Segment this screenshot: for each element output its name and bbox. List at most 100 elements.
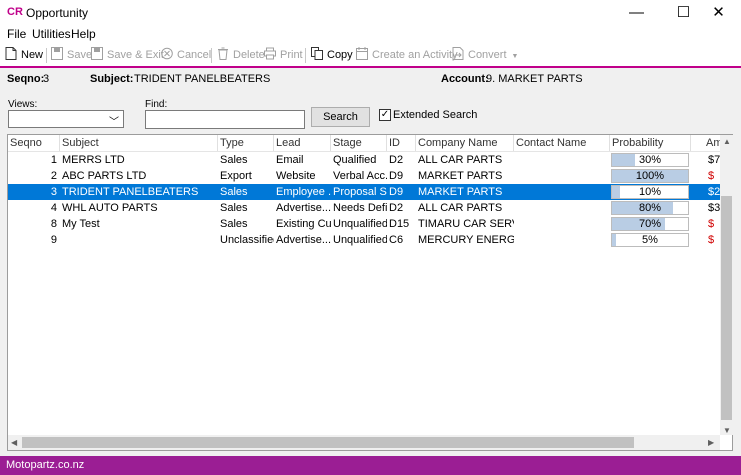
extended-search-checkbox[interactable]: ✓ [379, 109, 391, 121]
record-info-bar: Seqno: 3 Subject: TRIDENT PANELBEATERS A… [0, 66, 741, 89]
cell-type: Sales [220, 218, 248, 230]
cell-stage: Proposal S... [333, 186, 387, 198]
col-header-type[interactable]: Type [218, 135, 274, 151]
probability-text: 80% [638, 202, 662, 214]
col-header-seqno[interactable]: Seqno [8, 135, 60, 151]
print-button[interactable]: Print [264, 47, 303, 63]
probability-text: 5% [642, 234, 658, 246]
cell-subject [60, 232, 218, 248]
cell-id: C6 [389, 234, 404, 246]
opportunity-grid: Seqno Subject Type Lead Stage ID Company… [7, 134, 733, 451]
cell-lead: Advertise... [276, 234, 331, 246]
copy-button[interactable]: Copy [311, 47, 353, 63]
probability-bar: 70% [611, 217, 689, 231]
save-button[interactable]: Save [51, 47, 92, 63]
cancel-button[interactable]: Cancel [161, 47, 211, 63]
menu-file[interactable]: File [7, 27, 26, 41]
cell-contact [514, 184, 610, 200]
cell-type: Unclassified [220, 234, 274, 246]
col-header-probability[interactable]: Probability [610, 135, 691, 151]
cell-stage: Unqualified [333, 218, 387, 230]
seqno-label: Seqno: [7, 73, 45, 85]
probability-text: 100% [635, 170, 665, 182]
col-header-id[interactable]: ID [387, 135, 416, 151]
probability-bar: 30% [611, 153, 689, 167]
views-dropdown[interactable]: ﹀ [8, 110, 124, 128]
probability-text: 10% [638, 186, 662, 198]
create-activity-button[interactable]: Create an Activity [356, 47, 458, 63]
cell-contact [514, 152, 610, 168]
scroll-right-arrow-icon[interactable]: ▶ [708, 438, 714, 447]
cell-seqno: 4 [50, 202, 57, 214]
cell-company: MARKET PARTS [418, 186, 503, 198]
cell-lead: Email [276, 154, 304, 166]
toolbar-separator [46, 48, 47, 63]
table-row[interactable]: 4 WHL AUTO PARTS Sales Advertise... Needs De… [8, 200, 732, 216]
cell-type: Export [220, 170, 252, 182]
scroll-down-arrow-icon[interactable]: ▼ [723, 426, 731, 435]
save-exit-button[interactable]: Save & Exit [91, 47, 164, 63]
cancel-icon [161, 47, 173, 60]
find-input[interactable] [145, 110, 305, 129]
toolbar-separator [211, 48, 212, 63]
table-row[interactable]: 2 ABC PARTS LTD Export Website Verbal Acc...… [8, 168, 732, 184]
table-row[interactable]: 8 My Test Sales Existing Cu...UnqualifiedD1… [8, 216, 732, 232]
cell-amount: $ [708, 218, 715, 230]
cell-id: D2 [389, 202, 404, 214]
col-header-company[interactable]: Company Name [416, 135, 514, 151]
probability-bar: 100% [611, 169, 689, 183]
close-button[interactable]: ✕ [696, 0, 741, 25]
col-header-subject[interactable]: Subject [60, 135, 218, 151]
cell-contact [514, 216, 610, 232]
search-button[interactable]: Search [311, 107, 370, 127]
vertical-scroll-thumb[interactable] [721, 196, 732, 420]
new-document-icon [5, 47, 17, 60]
seqno-value: 3 [43, 73, 50, 85]
cell-lead: Website [276, 170, 316, 182]
delete-button[interactable]: Delete [217, 47, 265, 63]
cell-seqno: 1 [50, 154, 57, 166]
menu-help[interactable]: Help [71, 27, 96, 41]
cell-id: D15 [389, 218, 410, 230]
cell-contact [514, 232, 610, 248]
horizontal-scroll-thumb[interactable] [22, 437, 634, 448]
probability-bar: 5% [611, 233, 689, 247]
probability-text: 70% [638, 218, 662, 230]
col-header-contact[interactable]: Contact Name [514, 135, 610, 151]
subject-label: Subject: [90, 73, 134, 85]
cell-subject: WHL AUTO PARTS [62, 202, 158, 214]
toolbar-separator [305, 48, 306, 63]
cell-id: D2 [389, 154, 404, 166]
cell-amount: $ [708, 170, 715, 182]
table-row[interactable]: 9 Unclassified Advertise... Unqualified C6 ME… [8, 232, 732, 248]
toolbar: New Save Save & Exit Cancel Delete Print… [0, 44, 741, 66]
cell-company: MARKET PARTS [418, 170, 503, 182]
cell-subject: ABC PARTS LTD [62, 170, 147, 182]
menu-utilities[interactable]: Utilities [32, 27, 71, 41]
minimize-button[interactable]: — [614, 0, 659, 25]
title-bar: CR Opportunity — ☐ ✕ [0, 0, 741, 25]
menu-bar: File Utilities Help [0, 25, 741, 44]
cell-stage: Qualified [333, 154, 377, 166]
cell-type: Sales [220, 154, 248, 166]
cell-company: MERCURY ENERGY [418, 234, 514, 246]
cell-subject: MERRS LTD [62, 154, 125, 166]
table-row[interactable]: 1 MERRS LTD Sales Email Qualified D2 ALL CAR P… [8, 152, 732, 168]
probability-bar: 10% [611, 185, 689, 199]
convert-button[interactable]: Convert ▼ [452, 47, 518, 63]
cell-stage: Needs Defi... [333, 202, 387, 214]
delete-icon [218, 47, 228, 60]
cell-stage: Unqualified [333, 234, 387, 246]
new-button[interactable]: New [5, 47, 43, 63]
scroll-left-arrow-icon[interactable]: ◀ [11, 438, 17, 447]
probability-text: 30% [638, 154, 662, 166]
save-icon [51, 47, 63, 60]
cell-subject: My Test [62, 218, 100, 230]
col-header-stage[interactable]: Stage [331, 135, 387, 151]
scroll-up-arrow-icon[interactable]: ▲ [723, 137, 731, 146]
status-text: Motopartz.co.nz [6, 459, 85, 471]
cell-lead: Employee ... [276, 186, 331, 198]
col-header-lead[interactable]: Lead [274, 135, 331, 151]
table-row[interactable]: 3 TRIDENT PANELBEATERS Sales Employee ...Pr… [8, 184, 732, 200]
account-value: 9. MARKET PARTS [486, 73, 583, 85]
